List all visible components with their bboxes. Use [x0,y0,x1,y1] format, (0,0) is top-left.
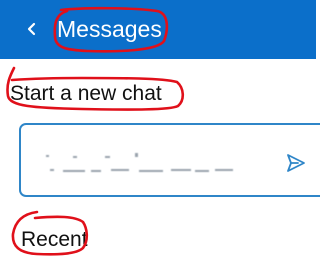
page-title: Messages [57,16,162,42]
send-icon [287,154,305,172]
recent-heading: Recent [21,228,88,251]
redacted-text [46,153,233,172]
start-new-chat-label: Start a new chat [10,82,162,105]
back-button[interactable] [21,16,43,42]
send-button[interactable] [286,153,306,173]
new-chat-input[interactable] [19,123,320,197]
app-header: Messages [0,0,316,59]
chevron-left-icon [27,22,36,36]
